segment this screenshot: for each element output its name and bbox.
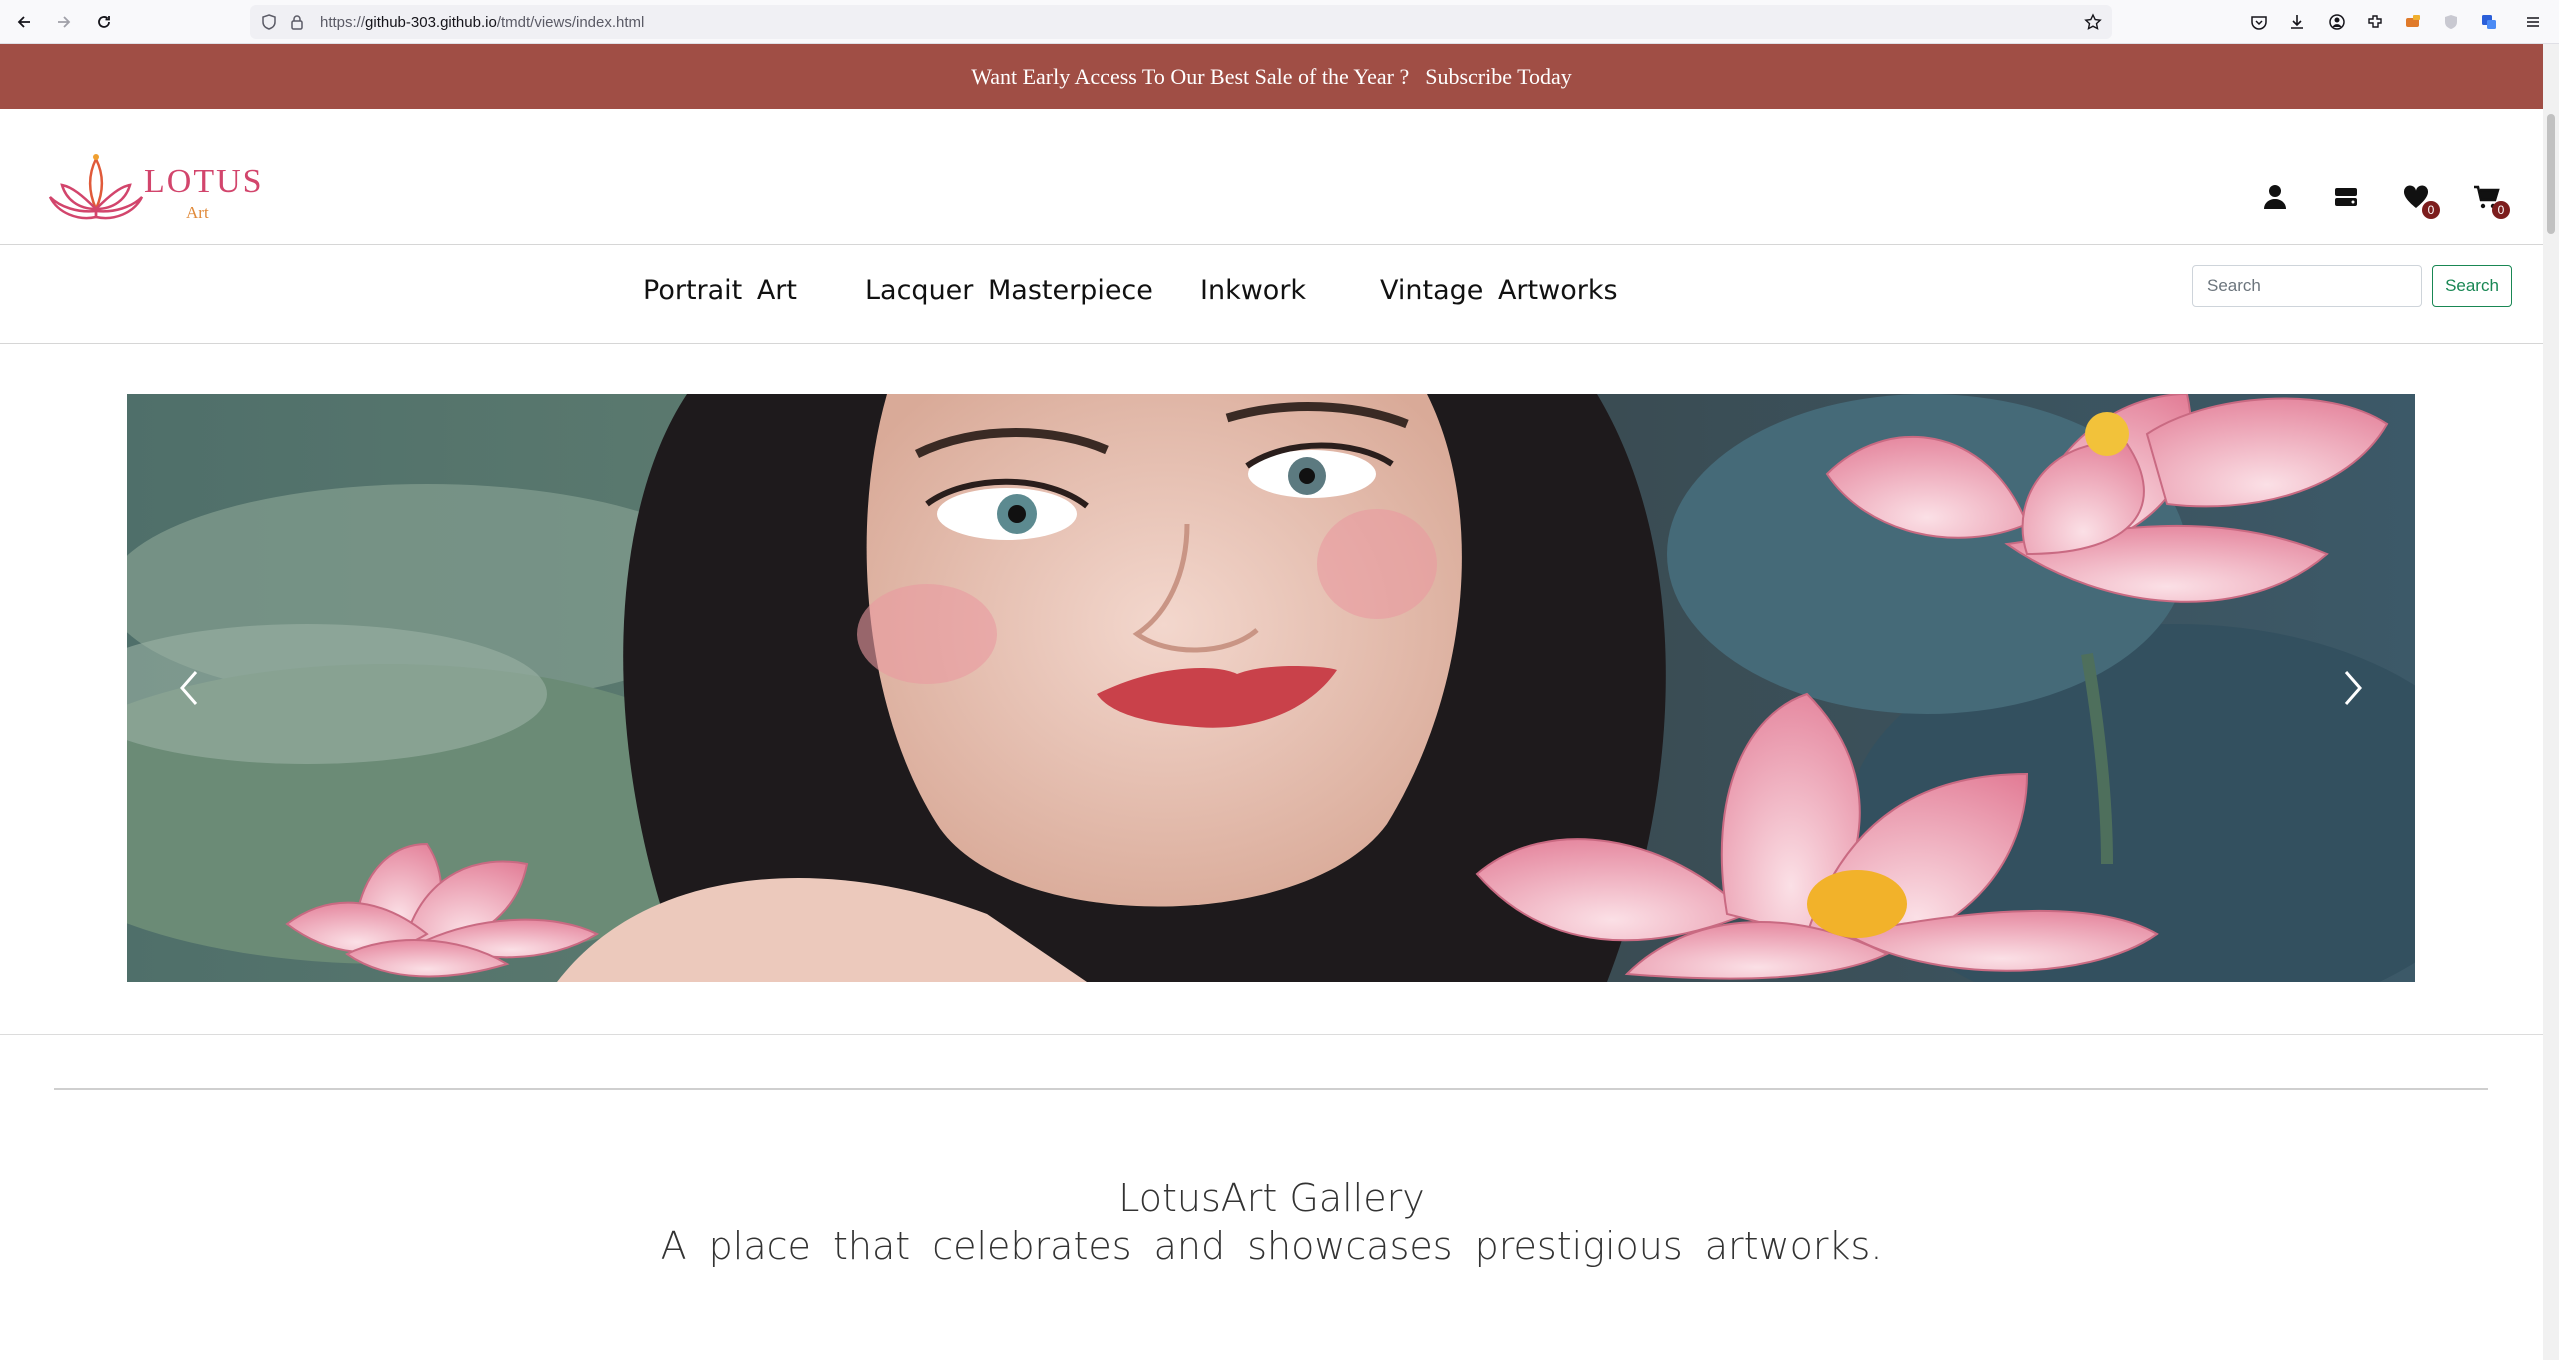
browser-toolbar: https://github-303.github.io/tmdt/views/… [0,0,2559,44]
gallery-title: LotusArt Gallery [1118,1176,1425,1220]
nav-inkwork[interactable]: Inkwork [1200,275,1306,306]
server-icon [2335,188,2357,206]
carousel-next-button[interactable] [2323,658,2383,718]
main-nav: Portrait Art Lacquer Masterpiece Inkwork… [0,245,2543,344]
search-input[interactable] [2192,265,2422,307]
subscribe-link[interactable]: Subscribe Today [1425,64,1572,90]
promo-text: Want Early Access To Our Best Sale of th… [971,63,1410,89]
search-button[interactable]: Search [2432,265,2512,307]
gallery-subtitle: A place that celebrates and showcases pr… [660,1224,1883,1268]
url-host: github-303.github.io [365,14,497,31]
forward-button[interactable] [50,8,78,36]
star-bookmark-icon[interactable] [2084,13,2102,31]
shield-icon[interactable] [260,13,278,31]
wishlist-count: 0 [2422,201,2440,219]
hero-carousel [127,394,2415,982]
addon-shield-icon[interactable] [2440,11,2462,33]
section-divider [0,1034,2543,1035]
reload-icon [98,16,110,28]
logo-word: LOTUS [144,163,264,200]
arrow-left-icon [17,16,30,28]
reload-button[interactable] [90,8,118,36]
account-icon[interactable] [2326,11,2348,33]
page-scrollbar[interactable] [2543,44,2559,1360]
translate-icon[interactable] [2478,11,2500,33]
carousel-prev-button[interactable] [159,658,219,718]
logo-sub: Art [186,203,209,222]
hero-painting [127,394,2415,982]
url-prefix: https:// [320,14,366,31]
download-icon[interactable] [2286,11,2308,33]
content-divider [54,1088,2488,1090]
nav-lacquer-masterpiece[interactable]: Lacquer Masterpiece [865,275,1153,306]
url-path: /tmdt/views/index.html [496,14,645,31]
menu-icon[interactable] [2522,11,2544,33]
back-button[interactable] [10,8,38,36]
cart-count: 0 [2492,201,2510,219]
cart-button[interactable]: 0 [2470,181,2510,219]
scrollbar-thumb[interactable] [2547,114,2555,234]
addon-icon[interactable] [2402,11,2424,33]
nav-vintage-artworks[interactable]: Vintage Artworks [1380,275,1618,306]
nav-portrait-art[interactable]: Portrait Art [643,275,797,306]
url-text[interactable]: https://github-303.github.io/tmdt/views/… [320,14,644,31]
wishlist-button[interactable]: 0 [2400,181,2440,219]
lotus-logo-icon [48,154,144,220]
storage-button[interactable] [2330,181,2362,213]
account-button[interactable] [2259,181,2291,213]
chevron-right-icon [2344,671,2362,705]
lock-icon[interactable] [288,13,306,31]
site-header: LOTUS Art 0 0 [0,109,2543,245]
promo-banner: Want Early Access To Our Best Sale of th… [0,44,2543,109]
arrow-right-icon [58,16,71,28]
logo[interactable]: LOTUS Art [48,151,268,231]
extensions-icon[interactable] [2364,11,2386,33]
url-bar[interactable]: https://github-303.github.io/tmdt/views/… [250,5,2112,39]
pocket-icon[interactable] [2248,11,2270,33]
user-icon [2264,185,2286,209]
chevron-left-icon [180,671,198,705]
